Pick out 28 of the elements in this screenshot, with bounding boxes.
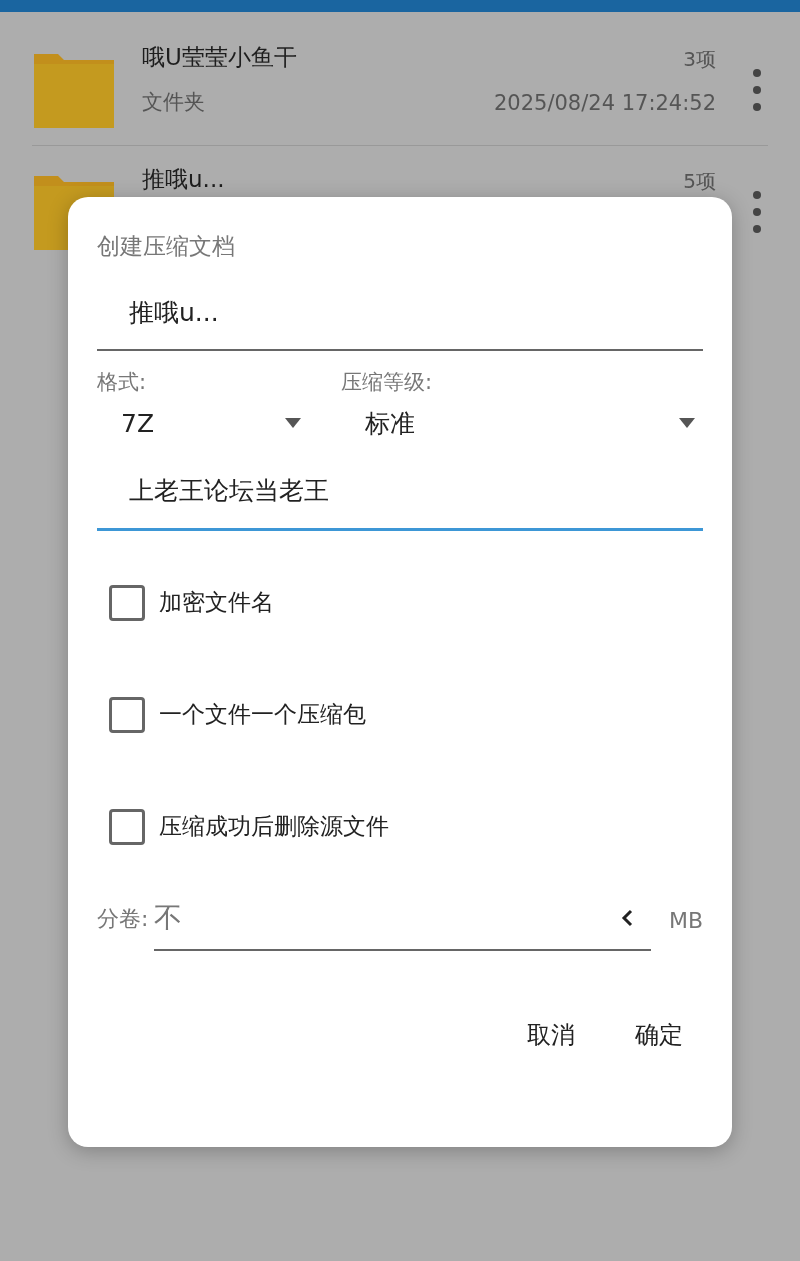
level-dropdown[interactable]: 标准	[341, 398, 703, 442]
filename-field[interactable]: 推哦u...	[97, 279, 703, 351]
dropdown-arrow-icon	[679, 418, 695, 429]
field-label: 压缩等级:	[341, 369, 434, 396]
checkbox-label: 一个文件一个压缩包	[159, 700, 366, 730]
item-count: 5项	[683, 168, 716, 195]
item-count: 3项	[682, 46, 716, 73]
checkbox[interactable]	[109, 696, 145, 733]
checkbox[interactable]	[109, 584, 145, 621]
modified-date: 2025/08/24 17:24:52	[493, 90, 716, 117]
checkbox-label: 加密文件名	[159, 588, 274, 618]
dialog-title: 创建压缩文档	[97, 232, 236, 261]
format-dropdown[interactable]: 7Z	[97, 398, 301, 442]
more-icon[interactable]	[752, 190, 762, 234]
more-icon[interactable]	[752, 68, 762, 112]
dropdown-arrow-icon	[285, 418, 301, 429]
cancel-button[interactable]: 取消	[507, 1006, 595, 1063]
file-name: 哦U莹莹小鱼干	[142, 43, 298, 72]
checkbox-label: 压缩成功后删除源文件	[159, 812, 389, 842]
unit-label: MB	[668, 906, 703, 935]
file-name: 推哦u...	[142, 165, 226, 194]
confirm-button[interactable]: 确定	[615, 1006, 703, 1063]
file-type: 文件夹	[142, 88, 206, 116]
checkbox[interactable]	[109, 808, 145, 845]
chevron-left-icon[interactable]	[620, 908, 633, 927]
field-label: 格式:	[97, 369, 148, 396]
password-field[interactable]: 上老王论坛当老王	[97, 458, 703, 531]
field-label: 分卷:	[97, 904, 149, 933]
